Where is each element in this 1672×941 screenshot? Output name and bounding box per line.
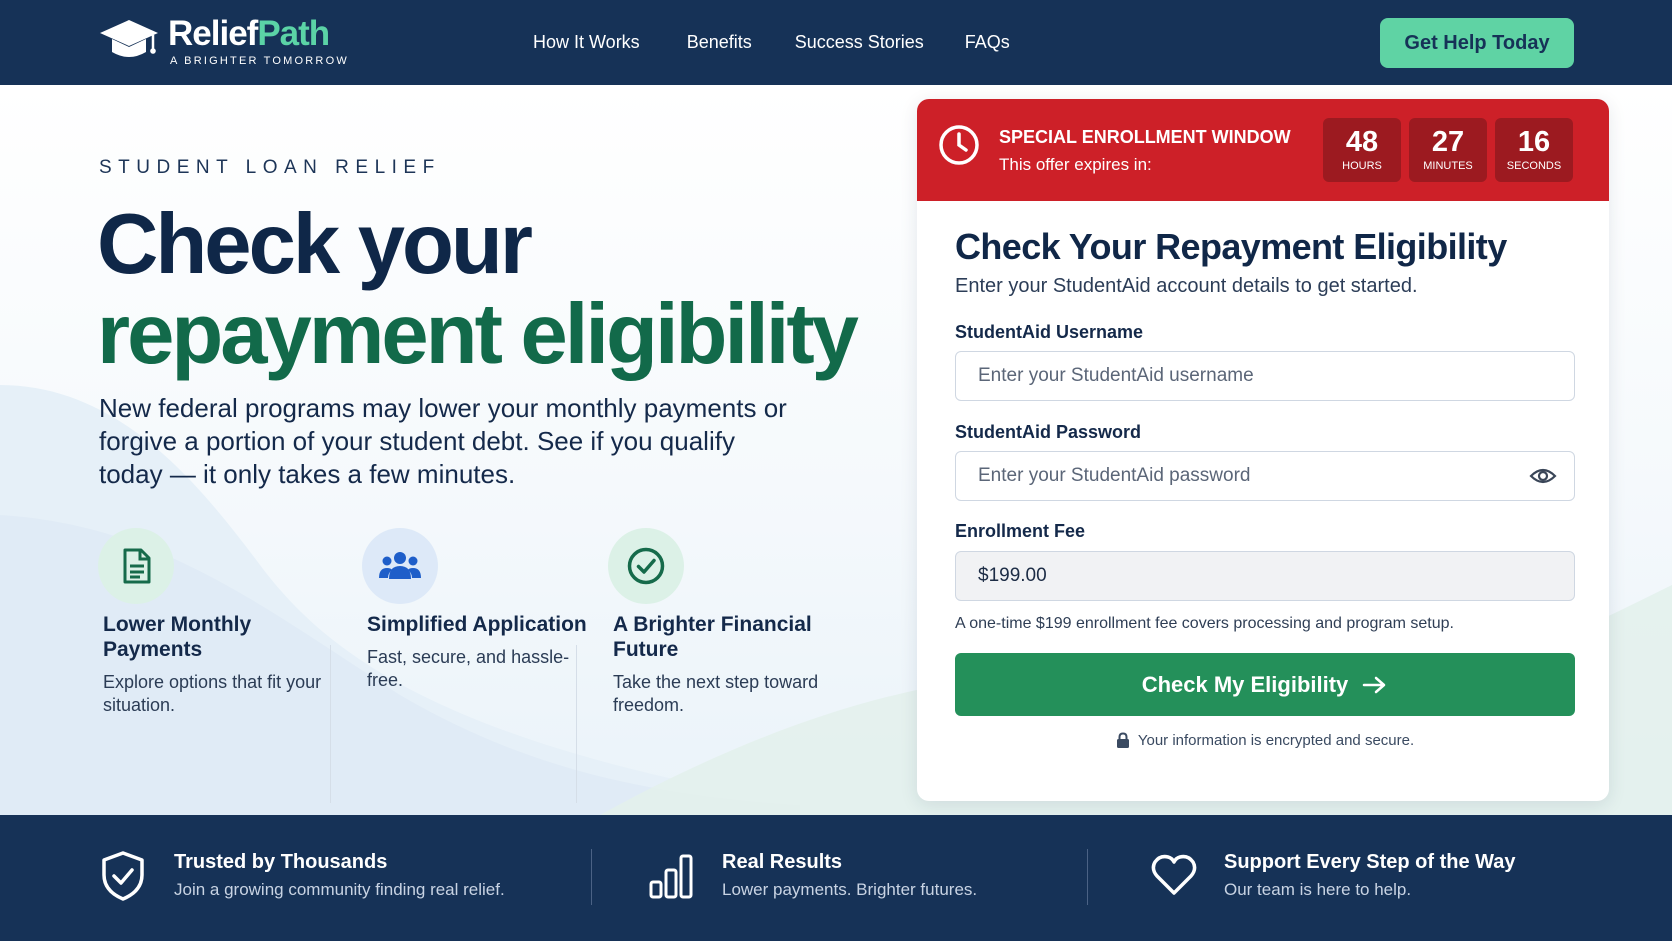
hero-headline: Check your repayment eligibility — [97, 197, 859, 382]
hero-eyebrow: STUDENT LOAN RELIEF — [99, 157, 441, 178]
feature-title: Simplified Application — [367, 613, 587, 636]
banner-title: SPECIAL ENROLLMENT WINDOW — [999, 127, 1291, 147]
eligibility-card: SPECIAL ENROLLMENT WINDOW This offer exp… — [917, 99, 1609, 801]
brand-logo[interactable]: ReliefPath A BRIGHTER TOMORROW — [98, 14, 349, 67]
feature-desc: Explore options that fit your situation. — [103, 672, 322, 715]
trust-item-support: Support Every Step of the Way Our team i… — [0, 815, 1672, 941]
brand-name: ReliefPath — [168, 14, 330, 53]
password-label: StudentAid Password — [955, 422, 1142, 442]
trust-desc: Our team is here to help. — [1224, 880, 1412, 899]
users-icon — [362, 528, 438, 604]
feature-brighter-future: A Brighter Financial Future Take the nex… — [608, 528, 838, 717]
feature-desc: Take the next step toward freedom. — [613, 672, 819, 715]
document-icon — [98, 528, 174, 604]
nav-link-benefits[interactable]: Benefits — [687, 32, 752, 53]
form-subtitle: Enter your StudentAid account details to… — [955, 275, 1418, 297]
nav-link-success-stories[interactable]: Success Stories — [795, 32, 924, 53]
check-circle-icon — [608, 528, 684, 604]
secure-note: Your information is encrypted and secure… — [955, 732, 1575, 749]
feature-divider — [576, 645, 577, 803]
clock-icon — [939, 125, 979, 165]
arrow-right-icon — [1363, 676, 1386, 693]
eligibility-form: Check Your Repayment Eligibility Enter y… — [955, 226, 1575, 749]
headline-line-2: repayment eligibility — [97, 287, 859, 382]
trust-bar: Trusted by Thousands Join a growing comm… — [0, 815, 1672, 941]
secure-text: Your information is encrypted and secure… — [1137, 732, 1415, 749]
headline-line-1: Check your — [97, 197, 533, 292]
heart-icon — [1151, 854, 1197, 895]
password-input[interactable] — [955, 451, 1575, 501]
banner-subtitle: This offer expires in: — [999, 155, 1152, 174]
top-nav: ReliefPath A BRIGHTER TOMORROW How It Wo… — [0, 0, 1672, 85]
trust-title: Support Every Step of the Way — [1224, 851, 1516, 873]
nav-link-how-it-works[interactable]: How It Works — [533, 32, 640, 53]
form-title: Check Your Repayment Eligibility — [955, 226, 1507, 267]
feature-lower-payments: Lower Monthly Payments Explore options t… — [98, 528, 328, 717]
brand-tagline: A BRIGHTER TOMORROW — [170, 55, 349, 67]
timer-minutes: 27 MINUTES — [1409, 118, 1487, 182]
fee-label: Enrollment Fee — [955, 521, 1086, 541]
feature-desc: Fast, secure, and hassle-free. — [367, 647, 570, 690]
feature-divider — [330, 645, 331, 803]
timer-seconds: 16 SECONDS — [1495, 118, 1573, 182]
eye-icon[interactable] — [1529, 465, 1557, 487]
feature-title: A Brighter Financial Future — [613, 613, 812, 661]
lock-icon — [1116, 732, 1129, 748]
countdown-timer: 48 HOURS 27 MINUTES 16 SECONDS — [1323, 118, 1581, 182]
submit-label: Check My Eligibility — [1141, 671, 1349, 697]
fee-note: A one-time $199 enrollment fee covers pr… — [955, 615, 1454, 632]
username-input[interactable] — [955, 351, 1575, 401]
check-eligibility-button[interactable]: Check My Eligibility — [955, 653, 1575, 716]
timer-hours: 48 HOURS — [1323, 118, 1401, 182]
hero-subcopy: New federal programs may lower your mont… — [99, 393, 787, 489]
get-help-button[interactable]: Get Help Today — [1380, 18, 1574, 68]
graduation-cap-icon — [100, 20, 158, 57]
nav-link-faqs[interactable]: FAQs — [965, 32, 1010, 53]
feature-simplified-application: Simplified Application Fast, secure, and… — [362, 528, 592, 692]
feature-title: Lower Monthly Payments — [103, 613, 252, 661]
password-field — [955, 451, 1575, 501]
enrollment-banner: SPECIAL ENROLLMENT WINDOW This offer exp… — [917, 99, 1609, 201]
fee-input — [955, 551, 1575, 601]
nav-links: How It Works Benefits Success Stories FA… — [533, 32, 1010, 53]
username-label: StudentAid Username — [955, 322, 1144, 342]
